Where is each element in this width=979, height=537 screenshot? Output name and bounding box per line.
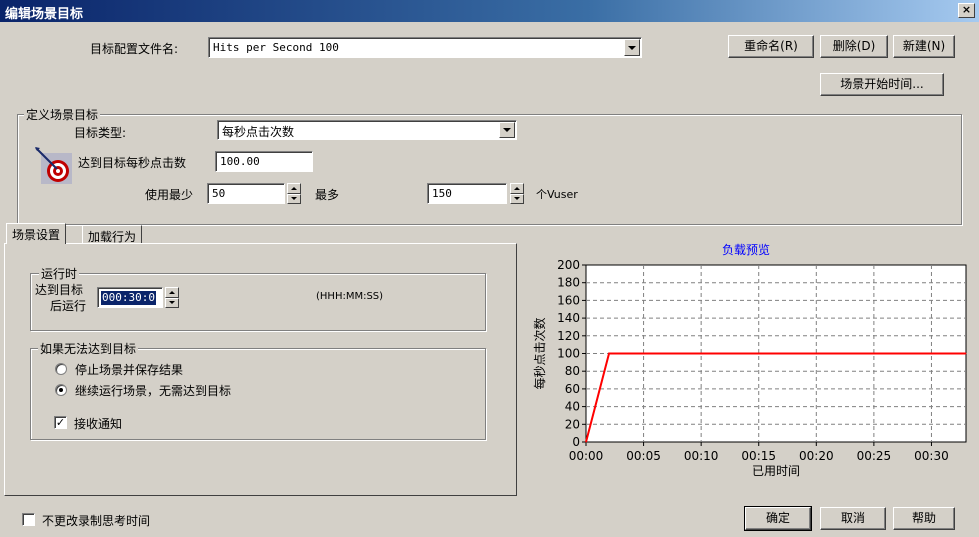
spin-up-button[interactable]	[510, 183, 524, 194]
x-tick-label: 00:15	[741, 449, 776, 463]
y-tick-label: 120	[557, 329, 580, 343]
max-vusers-label: 最多	[315, 188, 340, 202]
profile-value: Hits per Second 100	[213, 41, 339, 54]
profile-dropdown-button[interactable]	[624, 39, 640, 56]
target-type-value: 每秒点击次数	[222, 125, 295, 139]
delete-button[interactable]: 删除(D)	[820, 35, 888, 58]
y-tick-label: 140	[557, 311, 580, 325]
cancel-button[interactable]: 取消	[820, 507, 886, 530]
dart-target-icon	[33, 145, 73, 185]
target-type-dropdown-button[interactable]	[499, 122, 515, 138]
vuser-unit-label: 个Vuser	[536, 188, 578, 201]
tab-load-behavior-label: 加载行为	[88, 230, 137, 244]
time-format-hint: (HHH:MM:SS)	[316, 291, 384, 302]
spin-up-button[interactable]	[165, 287, 179, 298]
radio-selected-dot	[59, 388, 63, 392]
define-target-group-title: 定义场景目标	[24, 106, 101, 123]
min-vusers-label: 使用最少	[145, 188, 194, 202]
arrow-up-icon	[169, 290, 175, 294]
arrow-down-icon	[291, 197, 297, 201]
tab-scenario-settings[interactable]: 场景设置	[6, 223, 67, 244]
target-type-combobox[interactable]: 每秒点击次数	[217, 120, 517, 140]
run-after-target-label: 达到目标 后运行	[35, 282, 86, 314]
ok-button[interactable]: 确定	[744, 506, 812, 531]
target-hits-input[interactable]: 100.00	[215, 151, 313, 172]
run-duration-value: 000:30:0	[101, 291, 156, 305]
think-time-label: 不更改录制思考时间	[42, 514, 151, 528]
arrow-up-icon	[514, 186, 520, 190]
max-vusers-spinner[interactable]	[510, 183, 524, 204]
close-icon: ×	[961, 3, 972, 16]
receive-notification-label: 接收通知	[74, 417, 123, 431]
receive-notification-checkbox[interactable]: ✓	[54, 416, 67, 429]
x-axis-ticks: 00:00 00:05 00:10 00:15 00:20 00:25 00:30	[569, 442, 949, 463]
max-vusers-value: 150	[432, 187, 452, 200]
x-tick-label: 00:25	[857, 449, 892, 463]
min-vusers-spinner[interactable]	[287, 183, 301, 204]
tab-load-behavior[interactable]: 加载行为	[82, 225, 143, 244]
close-button[interactable]: ×	[958, 3, 975, 18]
spin-up-button[interactable]	[287, 183, 301, 194]
target-type-label: 目标类型:	[74, 126, 127, 140]
checkmark-icon: ✓	[55, 416, 66, 429]
run-after-target-label-line2: 后运行	[50, 299, 87, 313]
radio-stop-scenario-label: 停止场景并保存结果	[75, 363, 184, 377]
fail-action-group-title: 如果无法达到目标	[38, 340, 139, 357]
new-button[interactable]: 新建(N)	[893, 35, 955, 58]
scenario-start-time-button[interactable]: 场景开始时间...	[820, 73, 944, 96]
y-tick-label: 200	[557, 258, 580, 272]
profile-combobox[interactable]: Hits per Second 100	[208, 37, 642, 58]
spin-down-button[interactable]	[287, 193, 301, 204]
y-tick-label: 0	[572, 435, 580, 449]
spin-down-button[interactable]	[510, 193, 524, 204]
min-vusers-value: 50	[212, 187, 226, 200]
help-button[interactable]: 帮助	[893, 507, 955, 530]
tab-scenario-settings-label: 场景设置	[12, 228, 61, 242]
max-vusers-input[interactable]: 150	[427, 183, 507, 204]
series-point	[608, 353, 610, 354]
chevron-down-icon	[503, 128, 511, 132]
target-hits-label: 达到目标每秒点击数	[78, 156, 187, 170]
run-duration-spinner[interactable]	[165, 287, 179, 308]
title-bar: 编辑场景目标	[0, 0, 979, 22]
run-after-target-label-line1: 达到目标	[35, 283, 84, 297]
run-duration-input[interactable]: 000:30:0	[97, 287, 163, 308]
spin-down-button[interactable]	[165, 297, 179, 308]
target-hits-value: 100.00	[220, 155, 260, 168]
x-tick-label: 00:05	[626, 449, 661, 463]
y-tick-label: 160	[557, 293, 580, 307]
arrow-up-icon	[291, 186, 297, 190]
rename-button[interactable]: 重命名(R)	[728, 35, 814, 58]
arrow-down-icon	[514, 197, 520, 201]
series-point	[965, 353, 967, 354]
min-vusers-input[interactable]: 50	[207, 183, 285, 204]
y-tick-label: 100	[557, 347, 580, 361]
series-point	[585, 441, 587, 443]
think-time-checkbox[interactable]	[22, 513, 35, 526]
radio-continue-scenario[interactable]	[55, 384, 67, 396]
y-tick-label: 180	[557, 276, 580, 290]
runtime-group-title: 运行时	[39, 265, 80, 282]
y-axis-label: 每秒点击次数	[532, 317, 547, 389]
window-title: 编辑场景目标	[5, 7, 84, 22]
y-tick-label: 60	[565, 382, 580, 396]
y-tick-label: 80	[565, 364, 580, 378]
radio-stop-scenario[interactable]	[55, 363, 67, 375]
x-axis-label: 已用时间	[752, 464, 800, 478]
x-tick-label: 00:30	[914, 449, 949, 463]
x-tick-label: 00:00	[569, 449, 604, 463]
x-tick-label: 00:20	[799, 449, 834, 463]
y-axis-ticks: 0 20 40 60 80 100 120 140 160 180 200	[557, 258, 586, 449]
radio-continue-scenario-label: 继续运行场景，无需达到目标	[75, 384, 232, 398]
profile-label: 目标配置文件名:	[90, 42, 179, 56]
y-tick-label: 40	[565, 400, 580, 414]
arrow-down-icon	[169, 301, 175, 305]
y-tick-label: 20	[565, 417, 580, 431]
load-preview-chart: 020406080100120140160180200 00:00 00:05 00…	[532, 258, 967, 478]
chevron-down-icon	[628, 45, 636, 50]
x-tick-label: 00:10	[684, 449, 719, 463]
